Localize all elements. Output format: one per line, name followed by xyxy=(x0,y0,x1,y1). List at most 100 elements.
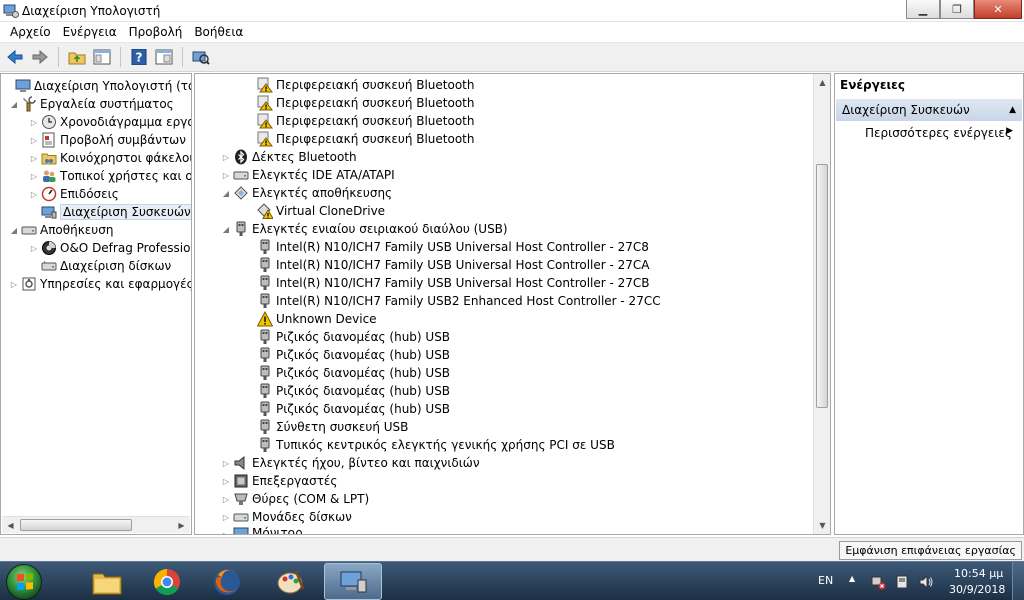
actions-section-device-manager[interactable]: Διαχείριση Συσκευών ▲ xyxy=(836,99,1022,121)
device-item[interactable]: Σύνθετη συσκευή USB xyxy=(255,418,408,436)
maximize-button[interactable]: ❐ xyxy=(940,0,974,19)
collapsed-arrow-icon[interactable]: ▷ xyxy=(221,490,231,508)
collapsed-arrow-icon[interactable]: ▷ xyxy=(29,131,39,149)
expanded-arrow-icon[interactable]: ◢ xyxy=(9,221,19,239)
device-item[interactable]: Περιφερειακή συσκευή Bluetooth xyxy=(255,94,475,112)
menu-action[interactable]: Ενέργεια xyxy=(57,23,123,41)
more-actions-link[interactable]: Περισσότερες ενέργειες xyxy=(865,126,1012,140)
scroll-up-icon[interactable]: ▲ xyxy=(814,74,830,91)
forward-button[interactable] xyxy=(29,46,51,68)
collapsed-arrow-icon[interactable]: ▷ xyxy=(29,239,39,257)
collapsed-arrow-icon[interactable]: ▷ xyxy=(29,167,39,185)
scroll-down-icon[interactable]: ▼ xyxy=(814,517,830,534)
device-item[interactable]: Ριζικός διανομέας (hub) USB xyxy=(255,346,450,364)
device-category[interactable]: ▷ Μονάδες δίσκων xyxy=(221,508,352,526)
tree-item-storage[interactable]: ◢ Αποθήκευση xyxy=(9,221,114,239)
tree-item-system-tools[interactable]: ◢ Εργαλεία συστήματος xyxy=(9,95,174,113)
scroll-right-icon[interactable]: ▶ xyxy=(173,517,190,534)
collapse-up-icon[interactable]: ▲ xyxy=(1009,105,1016,115)
properties-button[interactable] xyxy=(153,46,175,68)
tree-item-label: Αποθήκευση xyxy=(40,223,114,237)
scroll-left-icon[interactable]: ◀ xyxy=(2,517,19,534)
device-item[interactable]: Περιφερειακή συσκευή Bluetooth xyxy=(255,130,475,148)
collapsed-arrow-icon[interactable]: ▷ xyxy=(221,166,231,184)
show-hide-tree-button[interactable] xyxy=(91,46,113,68)
restore-icon: ❐ xyxy=(952,2,962,16)
up-button[interactable] xyxy=(66,46,88,68)
expanded-arrow-icon[interactable]: ◢ xyxy=(9,95,19,113)
collapsed-arrow-icon[interactable]: ▷ xyxy=(221,148,231,166)
tree-item-label: Προβολή συμβάντων xyxy=(60,133,186,147)
submenu-arrow-icon[interactable]: ▶ xyxy=(1006,126,1013,136)
tree-item-event-viewer[interactable]: ▷ Προβολή συμβάντων xyxy=(29,131,186,149)
device-item[interactable]: Περιφερειακή συσκευή Bluetooth xyxy=(255,76,475,94)
collapsed-arrow-icon[interactable]: ▷ xyxy=(221,526,231,535)
device-item[interactable]: Τυπικός κεντρικός ελεγκτής γενικής χρήση… xyxy=(255,436,615,454)
device-item[interactable]: Intel(R) N10/ICH7 Family USB Universal H… xyxy=(255,238,649,256)
device-item[interactable]: Ριζικός διανομέας (hub) USB xyxy=(255,328,450,346)
collapsed-arrow-icon[interactable]: ▷ xyxy=(29,113,39,131)
language-indicator[interactable]: EN xyxy=(818,574,833,587)
device-item[interactable]: Intel(R) N10/ICH7 Family USB2 Enhanced H… xyxy=(255,292,661,310)
taskbar-chrome[interactable] xyxy=(138,563,196,600)
horizontal-scrollbar[interactable]: ◀ ▶ xyxy=(2,516,190,533)
device-item[interactable]: Περιφερειακή συσκευή Bluetooth xyxy=(255,112,475,130)
device-item[interactable]: Ριζικός διανομέας (hub) USB xyxy=(255,400,450,418)
show-desktop-corner[interactable] xyxy=(1012,562,1024,600)
tree-item-device-manager[interactable]: Διαχείριση Συσκευών xyxy=(29,203,191,221)
menu-file[interactable]: Αρχείο xyxy=(4,23,57,41)
vertical-scrollbar[interactable]: ▲ ▼ xyxy=(813,74,830,534)
collapsed-arrow-icon[interactable]: ▷ xyxy=(29,149,39,167)
clock-date[interactable]: 30/9/2018 xyxy=(949,583,1005,596)
show-hidden-icons-icon[interactable]: ▲ xyxy=(849,574,855,583)
device-category[interactable]: ▷ Ελεγκτές ήχου, βίντεο και παιχνιδιών xyxy=(221,454,480,472)
expanded-arrow-icon[interactable]: ◢ xyxy=(221,220,231,238)
scroll-thumb[interactable] xyxy=(20,519,132,531)
device-item[interactable]: Virtual CloneDrive xyxy=(255,202,385,220)
device-category[interactable]: ▷ Επεξεργαστές xyxy=(221,472,338,490)
device-item[interactable]: Intel(R) N10/ICH7 Family USB Universal H… xyxy=(255,256,650,274)
tree-item-services-apps[interactable]: ▷ Υπηρεσίες και εφαρμογές xyxy=(9,275,191,293)
tree-item-computer-management[interactable]: Διαχείριση Υπολογιστή (τοπικ xyxy=(3,77,191,95)
scan-hardware-button[interactable] xyxy=(190,46,212,68)
collapsed-arrow-icon[interactable]: ▷ xyxy=(221,508,231,526)
collapsed-arrow-icon[interactable]: ▷ xyxy=(29,185,39,203)
clock-time[interactable]: 10:54 μμ xyxy=(954,567,1003,580)
action-center-icon[interactable] xyxy=(894,574,910,590)
device-category[interactable]: ▷ Μόνιτορ xyxy=(221,526,303,535)
volume-icon[interactable] xyxy=(918,574,934,590)
device-category[interactable]: ◢ Ελεγκτές ενιαίου σειριακού διαύλου (US… xyxy=(221,220,508,238)
tree-item-performance[interactable]: ▷ Επιδόσεις xyxy=(29,185,119,203)
device-category[interactable]: ▷ Θύρες (COM & LPT) xyxy=(221,490,369,508)
minimize-button[interactable]: ▁ xyxy=(906,0,940,19)
taskbar-firefox[interactable] xyxy=(198,563,256,600)
network-error-icon[interactable] xyxy=(870,574,886,590)
tree-item-local-users[interactable]: ▷ Τοπικοί χρήστες και ομ xyxy=(29,167,191,185)
device-item[interactable]: Intel(R) N10/ICH7 Family USB Universal H… xyxy=(255,274,650,292)
show-desktop-button[interactable]: Εμφάνιση επιφάνειας εργασίας xyxy=(839,541,1022,560)
taskbar-computer-management[interactable] xyxy=(324,563,382,600)
help-button[interactable]: ? xyxy=(128,46,150,68)
device-category[interactable]: ▷ Δέκτες Bluetooth xyxy=(221,148,357,166)
close-button[interactable]: ✕ xyxy=(974,0,1022,19)
expanded-arrow-icon[interactable]: ◢ xyxy=(221,184,231,202)
device-item[interactable]: Ριζικός διανομέας (hub) USB xyxy=(255,382,450,400)
device-category[interactable]: ▷ Ελεγκτές IDE ATA/ATAPI xyxy=(221,166,395,184)
collapsed-arrow-icon[interactable]: ▷ xyxy=(221,472,231,490)
scroll-thumb[interactable] xyxy=(816,164,828,408)
back-button[interactable] xyxy=(4,46,26,68)
start-button[interactable] xyxy=(6,564,42,600)
menu-view[interactable]: Προβολή xyxy=(123,23,189,41)
collapsed-arrow-icon[interactable]: ▷ xyxy=(221,454,231,472)
menu-help[interactable]: Βοήθεια xyxy=(188,23,249,41)
device-category[interactable]: ◢ Ελεγκτές αποθήκευσης xyxy=(221,184,392,202)
collapsed-arrow-icon[interactable]: ▷ xyxy=(9,275,19,293)
tree-item-task-scheduler[interactable]: ▷ Χρονοδιάγραμμα εργασ xyxy=(29,113,191,131)
tree-item-disk-management[interactable]: Διαχείριση δίσκων xyxy=(29,257,171,275)
device-item[interactable]: Unknown Device xyxy=(255,310,377,328)
tree-item-shared-folders[interactable]: ▷ Κοινόχρηστοι φάκελοι xyxy=(29,149,191,167)
tree-item-defrag[interactable]: ▷ O&O Defrag Profession xyxy=(29,239,191,257)
taskbar-paint[interactable] xyxy=(262,563,320,600)
device-item[interactable]: Ριζικός διανομέας (hub) USB xyxy=(255,364,450,382)
taskbar-explorer[interactable] xyxy=(78,563,136,600)
